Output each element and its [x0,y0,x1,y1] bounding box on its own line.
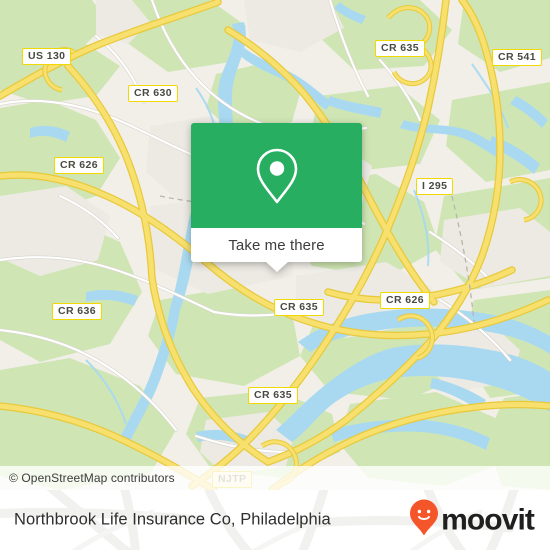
road-shield: US 130 [22,48,72,65]
road-shield: I 295 [416,178,454,195]
road-shield: CR 635 [375,40,426,57]
popup-header [191,123,362,228]
moovit-smiley-pin-icon [409,499,439,542]
popup-pointer-arrow [265,262,288,272]
take-me-there-label[interactable]: Take me there [228,237,324,254]
road-shield: CR 630 [128,85,179,102]
road-shield: CR 635 [248,387,299,404]
map-attribution-bar: © OpenStreetMap contributors [0,466,550,490]
road-shield: CR 635 [274,299,325,316]
map-canvas[interactable]: US 130 CR 630 CR 635 CR 541 CR 626 I 295 CR 63… [0,0,550,490]
place-popup-card[interactable]: Take me there [191,123,362,272]
road-shield: CR 626 [54,157,105,174]
road-shield: CR 541 [492,49,543,66]
road-shield: CR 636 [52,303,103,320]
road-shield: CR 626 [380,292,431,309]
location-pin-icon [254,147,300,205]
moovit-wordmark: moovit [441,503,535,536]
openstreetmap-attribution[interactable]: © OpenStreetMap contributors [0,471,175,485]
popup-footer[interactable]: Take me there [191,228,362,272]
moovit-brand[interactable]: moovit [409,499,535,542]
moovit-place-map-screenshot: US 130 CR 630 CR 635 CR 541 CR 626 I 295 CR 63… [0,0,550,550]
place-footer-bar: Northbrook Life Insurance Co, Philadelph… [0,490,550,550]
place-title: Northbrook Life Insurance Co, Philadelph… [14,510,331,529]
